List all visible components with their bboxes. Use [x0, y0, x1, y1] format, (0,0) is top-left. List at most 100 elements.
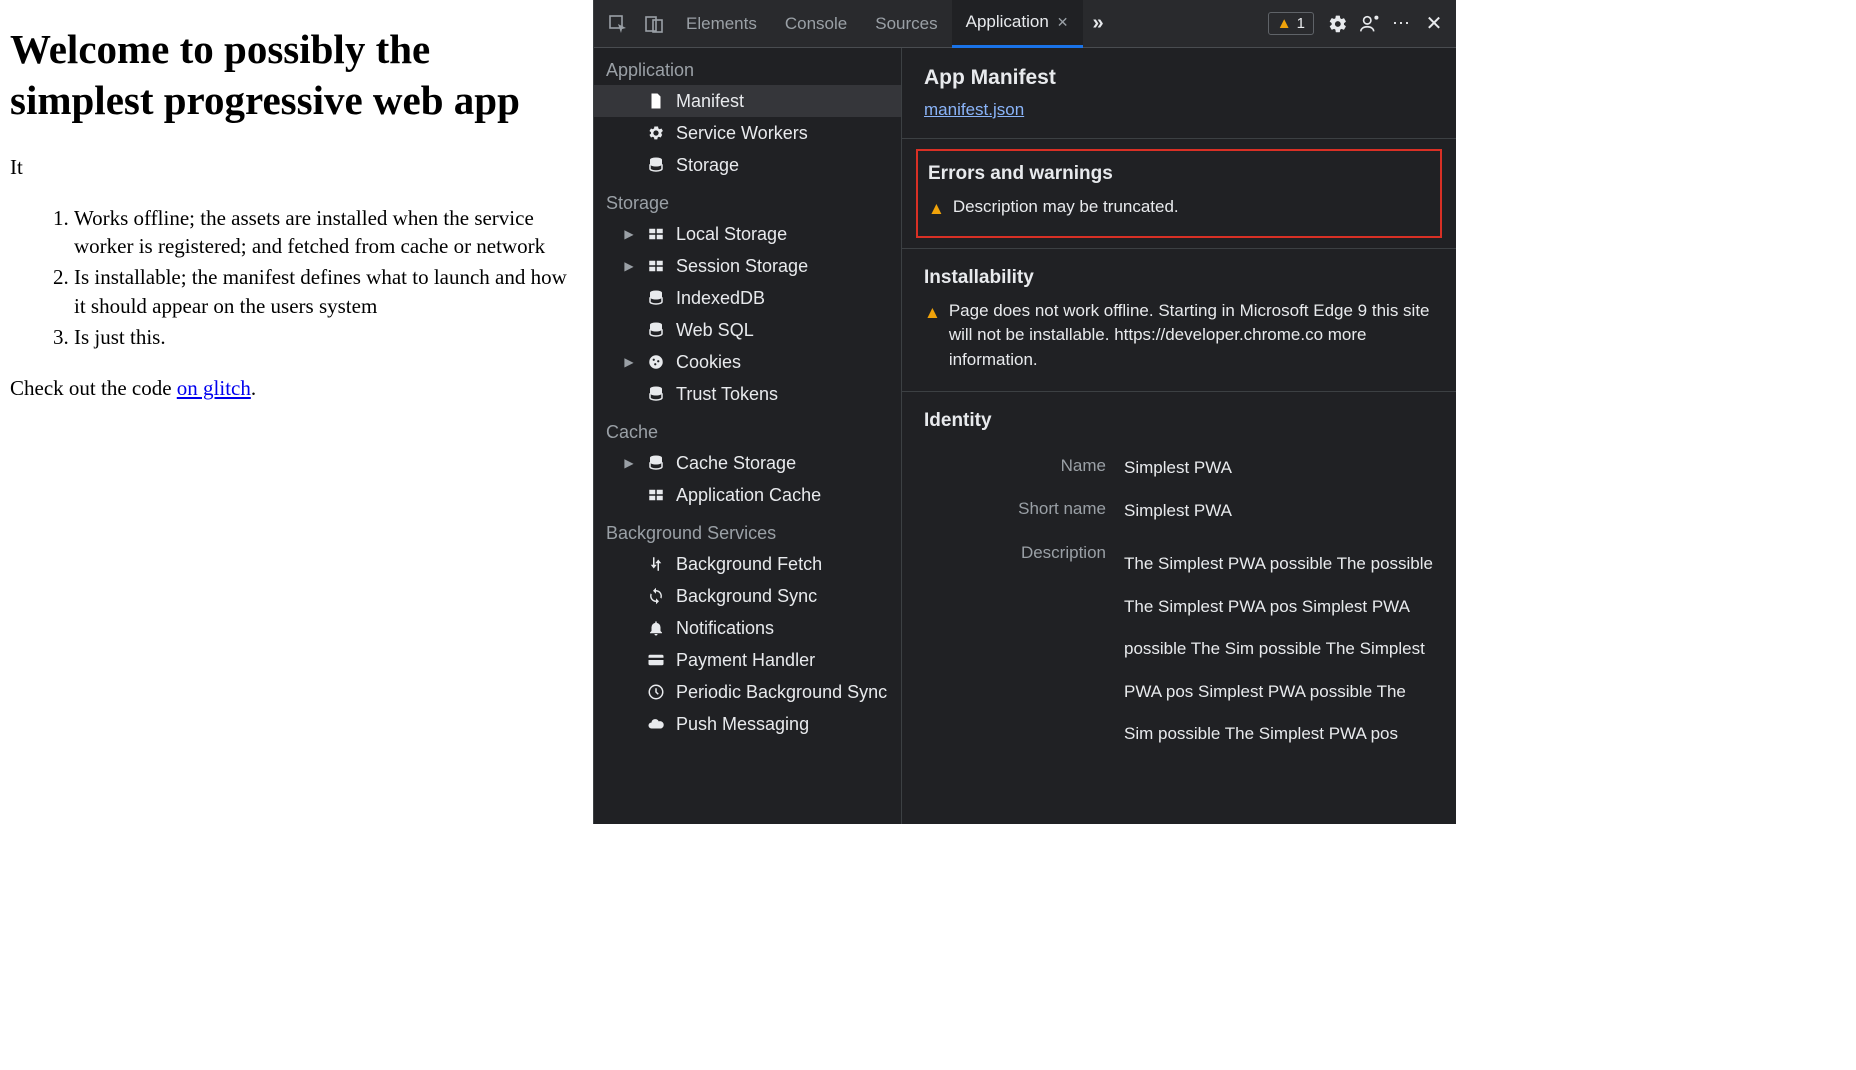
sidebar-item-manifest[interactable]: Manifest	[594, 85, 901, 117]
list-item: Is just this.	[74, 323, 583, 352]
manifest-link[interactable]: manifest.json	[924, 100, 1024, 119]
close-devtools-icon[interactable]: ✕	[1418, 0, 1450, 48]
footer-text: Check out the code	[10, 376, 177, 400]
sidebar-item-label: Background Fetch	[676, 554, 822, 575]
warning-icon: ▲	[924, 301, 941, 326]
installability-section: Installability ▲ Page does not work offl…	[902, 249, 1456, 392]
sidebar-section-title: Storage	[594, 181, 901, 218]
sidebar-item-label: Periodic Background Sync	[676, 682, 887, 703]
install-title: Installability	[924, 267, 1434, 289]
sidebar-item-label: Notifications	[676, 618, 774, 639]
close-icon[interactable]: ✕	[1057, 14, 1069, 31]
sidebar-item-background-sync[interactable]: Background Sync	[594, 580, 901, 612]
caret-icon: ▶	[622, 227, 636, 241]
sidebar-item-label: Service Workers	[676, 123, 808, 144]
errors-highlight-box: Errors and warnings ▲ Description may be…	[916, 149, 1442, 238]
inspect-icon[interactable]	[600, 0, 636, 48]
page-heading: Welcome to possibly the simplest progres…	[10, 24, 583, 127]
kebab-icon[interactable]: ⋯	[1386, 0, 1418, 48]
webpage-pane: Welcome to possibly the simplest progres…	[0, 0, 593, 824]
sidebar-item-label: Payment Handler	[676, 650, 815, 671]
sidebar-item-label: Background Sync	[676, 586, 817, 607]
sidebar-item-web-sql[interactable]: Web SQL	[594, 314, 901, 346]
sync-icon	[646, 587, 666, 605]
caret-icon: ▶	[622, 355, 636, 369]
bell-icon	[646, 619, 666, 637]
footer-text: .	[251, 376, 256, 400]
grid-icon	[646, 257, 666, 275]
sidebar-item-notifications[interactable]: Notifications	[594, 612, 901, 644]
feedback-icon[interactable]	[1354, 0, 1386, 48]
sidebar-item-indexeddb[interactable]: IndexedDB	[594, 282, 901, 314]
sidebar-item-label: Local Storage	[676, 224, 787, 245]
sidebar-item-label: IndexedDB	[676, 288, 765, 309]
sidebar-item-local-storage[interactable]: ▶ Local Storage	[594, 218, 901, 250]
devtools-pane: Elements Console Sources Application✕ » …	[593, 0, 1456, 824]
sidebar-item-periodic-background-sync[interactable]: Periodic Background Sync	[594, 676, 901, 708]
error-warning-row: ▲ Description may be truncated.	[928, 195, 1430, 222]
sidebar-item-background-fetch[interactable]: Background Fetch	[594, 548, 901, 580]
devtools-tabbar: Elements Console Sources Application✕ » …	[594, 0, 1456, 48]
sidebar-item-trust-tokens[interactable]: Trust Tokens	[594, 378, 901, 410]
sidebar-section-title: Cache	[594, 410, 901, 447]
list-item: Is installable; the manifest defines wha…	[74, 263, 583, 321]
sidebar-item-push-messaging[interactable]: Push Messaging	[594, 708, 901, 740]
sidebar-item-label: Cache Storage	[676, 453, 796, 474]
sidebar-section-title: Background Services	[594, 511, 901, 548]
sidebar-item-cache-storage[interactable]: ▶ Cache Storage	[594, 447, 901, 479]
more-tabs-icon[interactable]: »	[1083, 12, 1114, 35]
sidebar-item-label: Application Cache	[676, 485, 821, 506]
identity-label: Short name	[924, 499, 1124, 523]
db-icon	[646, 385, 666, 403]
db-icon	[646, 454, 666, 472]
install-warning-text: Page does not work offline. Starting in …	[949, 299, 1434, 373]
card-icon	[646, 651, 666, 669]
errors-section: Errors and warnings ▲ Description may be…	[902, 139, 1456, 249]
page-footer: Check out the code on glitch.	[10, 376, 583, 401]
identity-section: Identity Name Simplest PWA Short name Si…	[902, 392, 1456, 784]
identity-label: Name	[924, 456, 1124, 480]
settings-icon[interactable]	[1322, 0, 1354, 48]
install-warning-row: ▲ Page does not work offline. Starting i…	[924, 299, 1434, 373]
sidebar-item-label: Manifest	[676, 91, 744, 112]
list-item: Works offline; the assets are installed …	[74, 204, 583, 262]
identity-row-description: Description The Simplest PWA possible Th…	[924, 533, 1434, 766]
manifest-panel: App Manifest manifest.json Errors and wa…	[902, 48, 1456, 824]
warning-icon: ▲	[928, 197, 945, 222]
sidebar-item-session-storage[interactable]: ▶Session Storage	[594, 250, 901, 282]
application-sidebar: Application Manifest Service Workers Storag…	[594, 48, 902, 824]
sidebar-item-storage[interactable]: Storage	[594, 149, 901, 181]
page-intro: It	[10, 155, 583, 180]
tab-console[interactable]: Console	[771, 0, 861, 48]
warning-text: Description may be truncated.	[953, 195, 1179, 220]
errors-title: Errors and warnings	[928, 163, 1430, 185]
sidebar-item-label: Cookies	[676, 352, 741, 373]
gear-icon	[646, 124, 666, 142]
tab-elements[interactable]: Elements	[672, 0, 771, 48]
issues-badge[interactable]: ▲1	[1268, 12, 1314, 35]
sidebar-item-application-cache[interactable]: Application Cache	[594, 479, 901, 511]
tab-sources[interactable]: Sources	[861, 0, 951, 48]
devtools-main: Application Manifest Service Workers Storag…	[594, 48, 1456, 824]
transfer-icon	[646, 555, 666, 573]
sidebar-item-label: Web SQL	[676, 320, 754, 341]
db-icon	[646, 156, 666, 174]
manifest-title: App Manifest	[924, 66, 1434, 90]
sidebar-item-label: Trust Tokens	[676, 384, 778, 405]
sidebar-item-cookies[interactable]: ▶ Cookies	[594, 346, 901, 378]
db-icon	[646, 321, 666, 339]
db-icon	[646, 289, 666, 307]
sidebar-item-service-workers[interactable]: Service Workers	[594, 117, 901, 149]
sidebar-item-label: Storage	[676, 155, 739, 176]
tab-application[interactable]: Application✕	[952, 0, 1083, 48]
warn-count: 1	[1297, 15, 1305, 32]
caret-icon: ▶	[622, 456, 636, 470]
device-toggle-icon[interactable]	[636, 0, 672, 48]
glitch-link[interactable]: on glitch	[177, 376, 251, 400]
sidebar-item-payment-handler[interactable]: Payment Handler	[594, 644, 901, 676]
caret-icon: ▶	[622, 259, 636, 273]
warning-icon: ▲	[1277, 15, 1292, 32]
identity-value: The Simplest PWA possible The possible T…	[1124, 543, 1434, 756]
sidebar-section-title: Application	[594, 48, 901, 85]
clock-icon	[646, 683, 666, 701]
